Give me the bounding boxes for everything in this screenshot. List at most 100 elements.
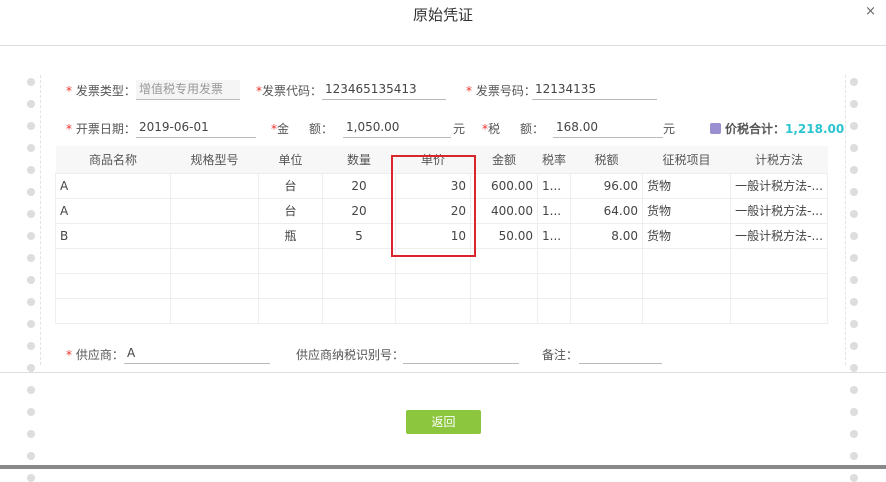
remark-field[interactable] [579,344,662,364]
table-cell: 一般计税方法-... [730,172,828,199]
divider [0,45,886,46]
table-row[interactable] [55,272,828,299]
table-cell: 600.00 [470,172,538,199]
table-cell: 1... [537,222,571,249]
calculator-icon [710,123,721,134]
tax-unit: 元 [663,122,676,136]
table-cell [170,272,259,299]
table-cell [470,247,538,274]
col-header: 计税方法 [730,146,828,173]
table-cell: 一般计税方法-... [730,222,828,249]
table-cell [570,272,643,299]
table-cell [395,297,471,324]
table-cell [170,297,259,324]
table-cell [537,247,571,274]
invoice-type-label: * 发票类型： [66,84,136,98]
remark-label: 备注： [542,348,579,362]
table-cell [730,272,828,299]
divider [0,372,886,373]
table-cell [730,247,828,274]
table-cell: 64.00 [570,197,643,224]
table-cell: 96.00 [570,172,643,199]
table-cell [395,272,471,299]
table-cell: 台 [258,197,323,224]
table-cell [258,297,323,324]
table-cell [55,297,171,324]
table-cell [730,297,828,324]
table-cell: 货物 [642,222,731,249]
table-cell [258,272,323,299]
col-header: 规格型号 [170,146,259,173]
table-cell: 货物 [642,172,731,199]
table-cell: 瓶 [258,222,323,249]
invoice-number-field[interactable]: 12134135 [532,80,657,100]
table-cell: 8.00 [570,222,643,249]
table-cell [170,247,259,274]
table-cell: A [55,172,171,199]
table-cell [642,272,731,299]
table-cell: 20 [322,197,396,224]
invoice-code-label: *发票代码： [256,84,323,98]
table-cell [170,222,259,249]
table-cell [258,247,323,274]
amount-field[interactable]: 1,050.00 [343,118,451,138]
table-cell [537,272,571,299]
table-cell [642,297,731,324]
left-dots [27,78,35,482]
bottom-bar [0,465,886,469]
tax-label: *税 额： [482,122,545,136]
right-dots [850,78,858,482]
close-icon[interactable]: × [865,4,876,19]
table-cell: 1... [537,172,571,199]
table-cell [537,297,571,324]
table-cell: 1... [537,197,571,224]
table-cell [642,247,731,274]
table-cell: 5 [322,222,396,249]
tax-field[interactable]: 168.00 [553,118,663,138]
table-cell [322,247,396,274]
table-cell [470,297,538,324]
right-rail [845,75,846,365]
col-header: 数量 [322,146,396,173]
table-cell [570,247,643,274]
table-cell [55,272,171,299]
amount-unit: 元 [453,122,466,136]
table-cell [322,297,396,324]
table-cell: 50.00 [470,222,538,249]
amount-label: *金 额： [271,122,334,136]
col-header: 金额 [470,146,538,173]
supplier-label: * 供应商： [66,348,124,362]
table-cell [470,272,538,299]
return-button[interactable]: 返回 [406,410,481,434]
table-row[interactable] [55,297,828,324]
invoice-date-label: * 开票日期： [66,122,136,136]
left-rail [40,75,41,365]
table-cell: 货物 [642,197,731,224]
table-cell: B [55,222,171,249]
invoice-number-label: * 发票号码： [466,84,536,98]
col-header: 税额 [570,146,643,173]
supplier-field[interactable]: A [124,344,270,364]
table-cell [570,297,643,324]
invoice-date-field[interactable]: 2019-06-01 [136,118,256,138]
table-cell: 台 [258,172,323,199]
highlight-box [391,155,476,257]
table-cell [322,272,396,299]
table-cell: 400.00 [470,197,538,224]
invoice-code-field[interactable]: 123465135413 [322,80,446,100]
invoice-type-field[interactable]: 增值税专用发票 [136,80,240,100]
table-cell: 一般计税方法-... [730,197,828,224]
col-header: 商品名称 [55,146,171,173]
table-cell [170,172,259,199]
col-header: 单位 [258,146,323,173]
table-cell: 20 [322,172,396,199]
table-cell [170,197,259,224]
supplier-tax-id-label: 供应商纳税识别号： [296,348,405,362]
table-cell: A [55,197,171,224]
dialog-title: 原始凭证 [412,6,473,24]
total-amount: 价税合计：1,218.00 [710,120,844,137]
table-cell [55,247,171,274]
col-header: 税率 [537,146,571,173]
col-header: 征税项目 [642,146,731,173]
supplier-tax-id-field[interactable] [403,344,519,364]
